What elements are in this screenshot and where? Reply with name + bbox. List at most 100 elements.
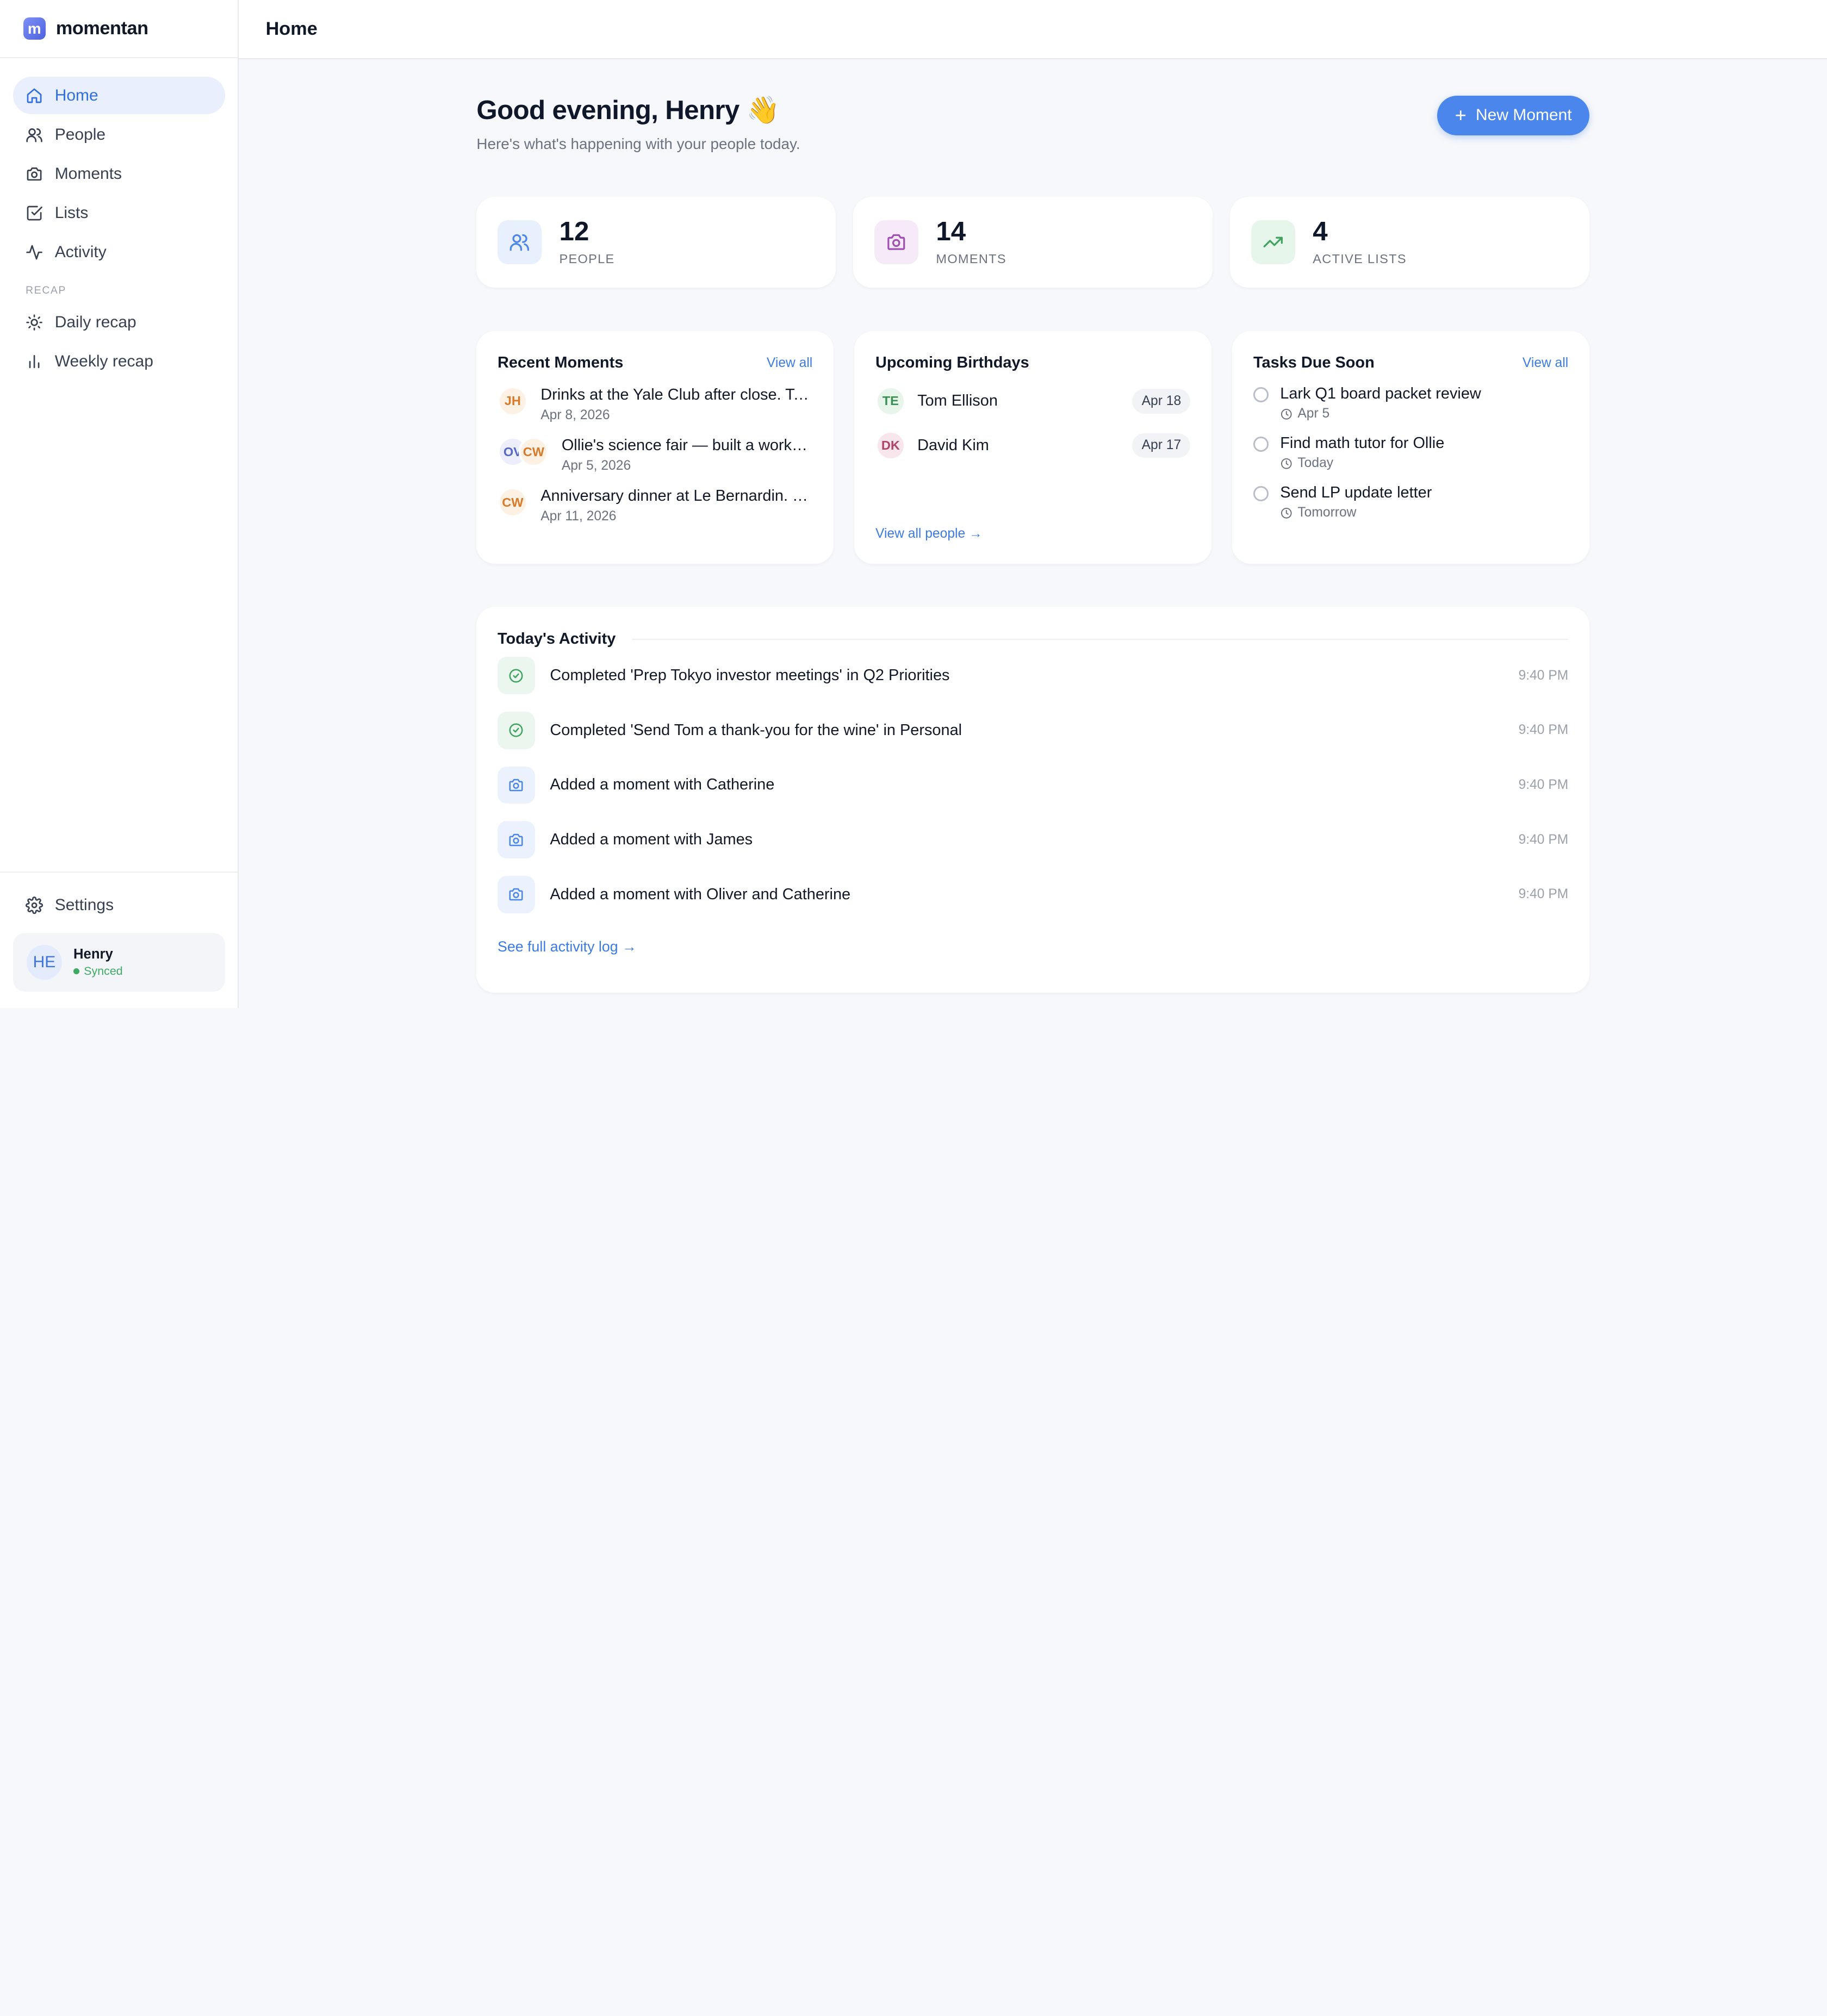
task-title[interactable]: Lark Q1 board packet review (1280, 385, 1481, 403)
sidebar-footer: Settings HE Henry Synced (0, 872, 238, 1008)
camera-icon (887, 234, 905, 251)
check-circle-icon (509, 669, 523, 683)
check-circle-icon (509, 723, 523, 737)
tasks-due-card: Tasks Due Soon View all Lark Q1 board pa… (1232, 331, 1589, 564)
sidebar-item-label: Activity (54, 242, 107, 261)
activity-icon (26, 245, 42, 260)
moment-text: Ollie's science fair — built a working m… (561, 437, 810, 455)
sidebar-item-home[interactable]: Home (13, 77, 225, 114)
activity-row[interactable]: Completed 'Prep Tokyo investor meetings'… (497, 648, 1568, 703)
content-inner: Good evening, Henry 👋 Here's what's happ… (476, 95, 1589, 993)
card-header: Recent Moments View all (498, 354, 812, 372)
sidebar-item-daily-recap[interactable]: Daily recap (13, 303, 225, 341)
camera-icon (509, 888, 523, 901)
stat-text: 4 ACTIVE LISTS (1313, 218, 1407, 266)
task-body: Find math tutor for Ollie Today (1280, 434, 1444, 471)
stat-value: 14 (936, 216, 966, 247)
sidebar-item-settings[interactable]: Settings (13, 887, 225, 924)
stat-icon-lists (1251, 220, 1296, 265)
brand-logo: m (23, 17, 46, 40)
list-item: Lark Q1 board packet review Apr 5 (1253, 385, 1568, 421)
stat-text: 14 MOMENTS (936, 218, 1006, 266)
sidebar-item-people[interactable]: People (13, 116, 225, 153)
activity-icon-box (497, 821, 535, 858)
card-header: Tasks Due Soon View all (1253, 354, 1568, 372)
sidebar-item-label: Daily recap (54, 313, 136, 331)
activity-row[interactable]: Added a moment with Catherine 9:40 PM (497, 758, 1568, 813)
list-item[interactable]: CW Anniversary dinner at Le Bernardin. C… (497, 487, 812, 524)
status-dot-icon (73, 968, 79, 974)
upcoming-birthdays-card: Upcoming Birthdays TE Tom Ellison Apr 18 (854, 331, 1211, 564)
sync-status-label: Synced (84, 965, 123, 978)
activity-row[interactable]: Completed 'Send Tom a thank-you for the … (497, 703, 1569, 758)
task-checkbox[interactable] (1253, 437, 1269, 452)
sidebar-item-activity[interactable]: Activity (13, 233, 225, 271)
list-item[interactable]: DK David Kim Apr 17 (875, 430, 1191, 461)
activity-time: 9:40 PM (1518, 887, 1569, 902)
clock-icon (1281, 408, 1292, 420)
avatar-group: OV CW (497, 437, 549, 467)
task-title[interactable]: Send LP update letter (1280, 484, 1432, 502)
camera-icon (509, 833, 523, 846)
view-all-people-link[interactable]: View all people → (875, 526, 983, 542)
stat-card-moments[interactable]: 14 MOMENTS (853, 197, 1213, 288)
sidebar-item-lists[interactable]: Lists (13, 194, 225, 232)
user-info: Henry Synced (73, 947, 123, 978)
trending-up-icon (1263, 237, 1283, 248)
stat-card-active-lists[interactable]: 4 ACTIVE LISTS (1230, 197, 1589, 288)
sidebar-item-label: Home (54, 86, 98, 104)
activity-time: 9:40 PM (1518, 723, 1569, 738)
sidebar-item-weekly-recap[interactable]: Weekly recap (13, 343, 225, 380)
clock-icon (1281, 507, 1292, 519)
brand[interactable]: m momentan (0, 0, 238, 59)
moment-text: Anniversary dinner at Le Bernardin. Cath… (540, 487, 811, 505)
task-due: Tomorrow (1280, 505, 1432, 520)
task-title[interactable]: Find math tutor for Ollie (1280, 434, 1444, 452)
full-activity-log-link[interactable]: See full activity log → (498, 938, 1568, 955)
page-title: Home (265, 18, 318, 40)
moment-date: Apr 8, 2026 (540, 407, 610, 422)
avatar: DK (875, 430, 906, 461)
task-checkbox[interactable] (1253, 486, 1269, 502)
user-card[interactable]: HE Henry Synced (13, 933, 225, 992)
gear-icon (26, 896, 44, 914)
view-all-tasks-link[interactable]: View all (1522, 356, 1568, 371)
top-bar: Home (239, 0, 1827, 60)
list-item: Find math tutor for Ollie Today (1253, 434, 1568, 471)
avatar-group: JH (497, 386, 528, 416)
activity-icon-box (497, 657, 535, 694)
sidebar: m momentan Home People Moments Lists Act… (0, 0, 239, 1008)
sidebar-item-label: People (54, 125, 106, 144)
recent-moments-card: Recent Moments View all JH Drinks at the… (476, 331, 834, 564)
birthday-person: DK David Kim (875, 430, 989, 461)
avatar: CW (518, 437, 549, 467)
stat-value: 12 (559, 216, 589, 247)
list-item[interactable]: TE Tom Ellison Apr 18 (875, 386, 1191, 416)
sidebar-item-moments[interactable]: Moments (13, 155, 225, 192)
todays-activity-card: Today's Activity Completed 'Prep Tokyo i… (476, 607, 1589, 993)
activity-text: Completed 'Send Tom a thank-you for the … (550, 721, 962, 739)
birthday-date-badge: Apr 18 (1132, 389, 1191, 414)
greeting-subtitle: Here's what's happening with your people… (476, 135, 800, 152)
activity-text: Completed 'Prep Tokyo investor meetings'… (550, 667, 950, 685)
task-checkbox[interactable] (1253, 387, 1269, 403)
card-title: Recent Moments (497, 354, 624, 372)
activity-text: Added a moment with James (550, 831, 753, 849)
activity-row[interactable]: Added a moment with Oliver and Catherine… (497, 867, 1569, 922)
stat-value: 4 (1313, 216, 1328, 247)
task-body: Lark Q1 board packet review Apr 5 (1280, 385, 1481, 421)
stat-card-people[interactable]: 12 PEOPLE (476, 197, 836, 288)
view-all-moments-link[interactable]: View all (767, 356, 812, 371)
list-item[interactable]: JH Drinks at the Yale Club after close. … (497, 386, 812, 422)
people-icon (26, 128, 42, 142)
new-moment-button[interactable]: + New Moment (1437, 95, 1589, 135)
moment-text: Drinks at the Yale Club after close. Tal… (540, 386, 811, 404)
birthday-name: David Kim (917, 436, 989, 454)
cards-row: Recent Moments View all JH Drinks at the… (476, 331, 1589, 564)
camera-icon (509, 779, 523, 792)
activity-row[interactable]: Added a moment with James 9:40 PM (497, 812, 1568, 867)
birthday-person: TE Tom Ellison (875, 386, 998, 416)
list-item[interactable]: OV CW Ollie's science fair — built a wor… (497, 437, 812, 473)
stat-icon-people (497, 220, 542, 265)
avatar: CW (497, 487, 528, 518)
